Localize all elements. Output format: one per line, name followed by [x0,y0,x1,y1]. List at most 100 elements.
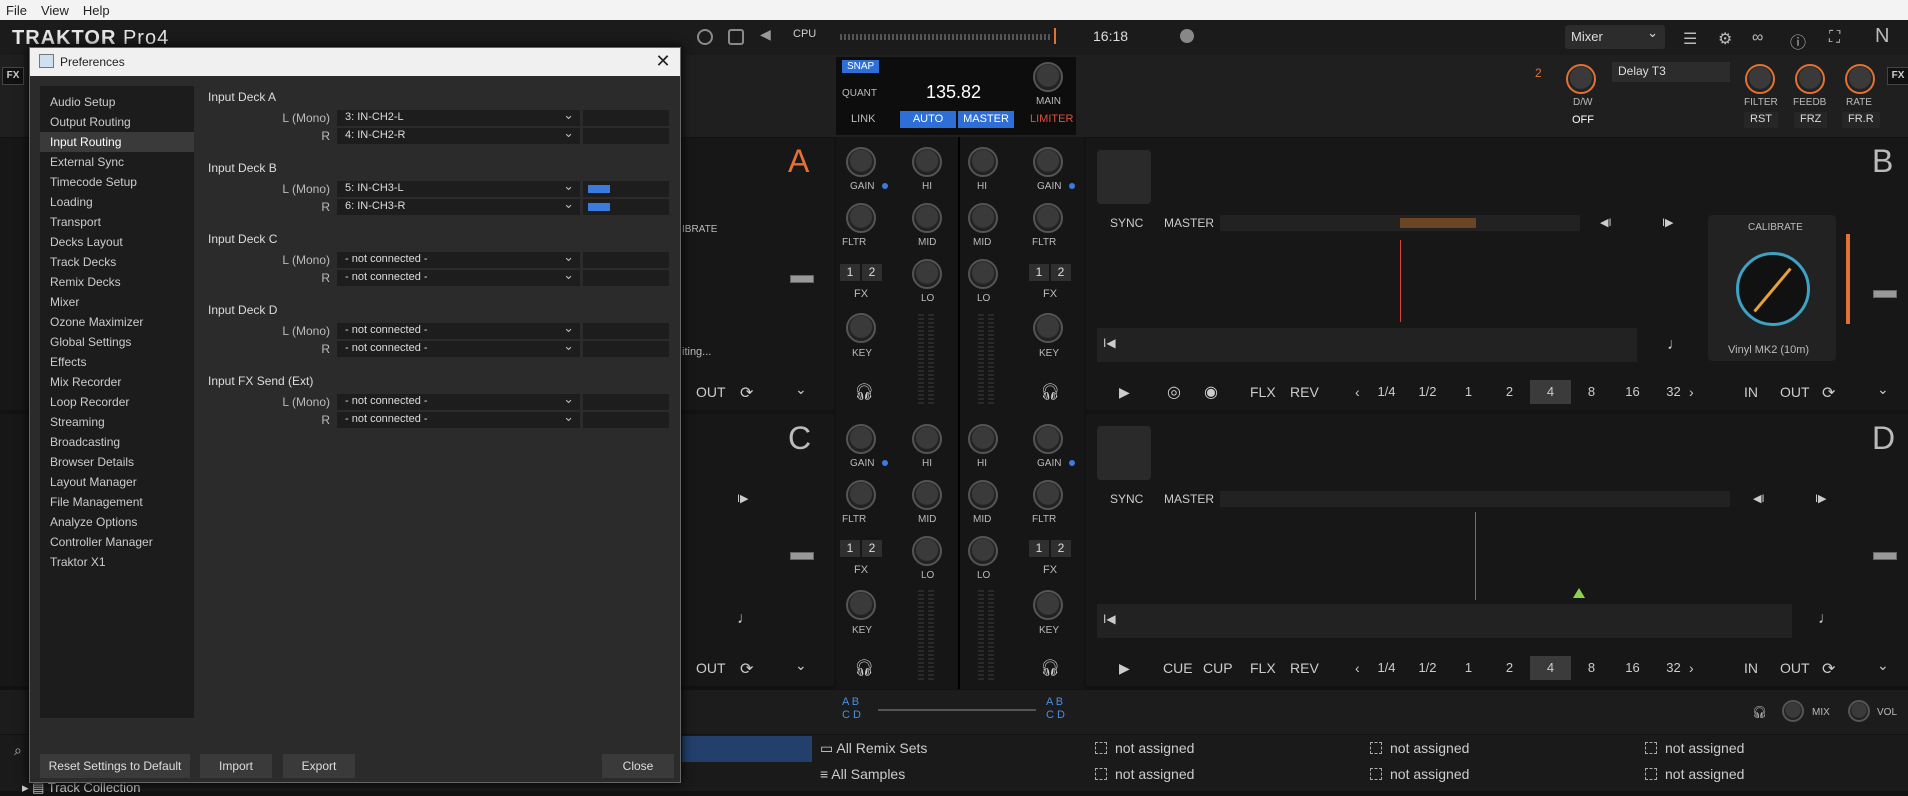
deck-b-out-button[interactable]: OUT [1780,384,1810,400]
deck-a-tempo-fader[interactable] [790,275,814,283]
deck-b-jump-start-icon[interactable]: I◀ [1103,336,1116,350]
ch-d-hi-knob[interactable] [968,424,998,454]
deck-b-prev-icon[interactable]: ◀I [1600,216,1612,229]
search-icon[interactable]: ⌕ [14,742,22,759]
slot-assign[interactable]: not assigned [1645,740,1744,756]
ch-b-fltr-label[interactable]: FLTR [1032,237,1056,248]
import-button[interactable]: Import [200,754,272,778]
deck-d-stripe[interactable] [1220,491,1730,507]
deck-b-flx-button[interactable]: FLX [1250,384,1276,400]
link-icon[interactable]: ∞ [1752,29,1763,47]
deck-d-cue-marker[interactable] [1573,588,1585,598]
channel-select[interactable]: - not connected - [337,391,580,410]
link-button[interactable]: LINK [851,113,875,125]
deck-b-beat-prev-icon[interactable]: ‹ [1355,384,1360,400]
ch-c-key-knob[interactable] [846,590,876,620]
nav-item[interactable]: File Management [40,492,194,512]
deck-d-rev-button[interactable]: REV [1290,660,1319,676]
ch-d-fx1-button[interactable]: 1 [1029,540,1049,557]
nav-item[interactable]: Layout Manager [40,472,194,492]
ch-a-hi-knob[interactable] [912,147,942,177]
nav-item[interactable]: Controller Manager [40,532,194,552]
deck-d-beat[interactable]: 16 [1612,656,1653,680]
close-button[interactable]: Close [602,754,674,778]
deck-d-cup-button[interactable]: CUP [1203,660,1233,676]
ch-a-mid-knob[interactable] [912,203,942,233]
channel-select[interactable]: - not connected - [337,320,580,339]
nav-item[interactable]: Remix Decks [40,272,194,292]
channel-select[interactable]: - not connected - [337,249,580,268]
deck-d-cue-button[interactable]: CUE [1163,660,1193,676]
ch-d-key-knob[interactable] [1033,590,1063,620]
channel-select[interactable]: 4: IN-CH2-R [337,125,580,144]
ch-d-lo-knob[interactable] [968,536,998,566]
filter-knob[interactable] [1745,64,1775,94]
ch-c-headphone-icon[interactable]: 🎧︎ [854,658,874,678]
nav-item[interactable]: Mixer [40,292,194,312]
ch-b-hi-knob[interactable] [968,147,998,177]
ch-d-fltr-knob[interactable] [1033,480,1063,510]
deck-a-loop-icon[interactable]: ⟳ [740,383,753,403]
deck-c-tempo-fader[interactable] [790,552,814,560]
menu-help[interactable]: Help [83,3,110,18]
channel-select[interactable]: - not connected - [337,267,580,286]
dw-knob[interactable] [1566,64,1596,94]
deck-d-beat-selected[interactable]: 4 [1530,656,1571,680]
dialog-titlebar[interactable]: Preferences ✕ [30,48,680,76]
ch-b-fltr-knob[interactable] [1033,203,1063,233]
deck-b-beat[interactable]: 1/4 [1366,380,1407,404]
nav-item[interactable]: Audio Setup [40,92,194,112]
snap-button[interactable]: SNAP [842,60,880,73]
nav-item[interactable]: Ozone Maximizer [40,312,194,332]
nav-item[interactable]: Decks Layout [40,232,194,252]
ch-c-hi-knob[interactable] [912,424,942,454]
deck-d-in-button[interactable]: IN [1744,660,1758,676]
crossfader[interactable] [878,709,1036,711]
deck-d-note-icon[interactable]: ♩ [1818,610,1834,628]
slot-assign[interactable]: not assigned [1645,766,1744,782]
ch-a-fltr-label[interactable]: FLTR [842,237,866,248]
nav-item[interactable]: Mix Recorder [40,372,194,392]
gear-icon[interactable]: ⚙ [1718,29,1732,49]
deck-d-beat[interactable]: 32 [1653,656,1694,680]
deck-b-beat-selected[interactable]: 4 [1530,380,1571,404]
ch-a-fx2-button[interactable]: 2 [862,264,882,281]
channel-select[interactable]: 3: IN-CH2-L [337,107,580,126]
ch-c-fltr-knob[interactable] [846,480,876,510]
deck-b-next-icon[interactable]: I▶ [1662,216,1674,229]
dw-toggle[interactable]: OFF [1572,114,1594,126]
record-icon[interactable] [1180,29,1194,43]
deck-d-out-button[interactable]: OUT [1780,660,1810,676]
deck-c-out-button[interactable]: OUT [696,660,726,676]
ch-b-lo-knob[interactable] [968,259,998,289]
deck-c-expand-icon[interactable]: ⌄ [795,657,807,674]
nav-item[interactable]: External Sync [40,152,194,172]
channel-select[interactable]: 5: IN-CH3-L [337,178,580,197]
deck-b-beat[interactable]: 8 [1571,380,1612,404]
deck-b-reverse-vinyl-icon[interactable]: ◉ [1204,382,1218,402]
nav-item[interactable]: Loop Recorder [40,392,194,412]
deck-b-beat-next-icon[interactable]: › [1689,384,1694,400]
ch-b-key-knob[interactable] [1033,313,1063,343]
ch-c-gain-knob[interactable] [846,424,876,454]
ch-b-headphone-icon[interactable]: 🎧︎ [1040,382,1060,402]
ch-a-headphone-icon[interactable]: 🎧︎ [854,382,874,402]
deck-d-beat[interactable]: 2 [1489,656,1530,680]
deck-b-beat[interactable]: 2 [1489,380,1530,404]
nav-item[interactable]: Output Routing [40,112,194,132]
deck-b-play-icon[interactable]: ▶ [1119,384,1130,401]
xfader-assign-right[interactable]: A B C D [1046,696,1065,722]
deck-d-beat[interactable]: 1 [1448,656,1489,680]
effect-select[interactable]: Delay T3 [1612,62,1730,82]
fullscreen-icon[interactable]: ⛶ [1829,29,1840,47]
slot-assign[interactable]: not assigned [1095,766,1194,782]
deck-b-master-button[interactable]: MASTER [1164,216,1214,230]
deck-d-beat-prev-icon[interactable]: ‹ [1355,660,1360,676]
ch-a-key-knob[interactable] [846,313,876,343]
ch-b-fx2-button[interactable]: 2 [1051,264,1071,281]
deck-d-sync-button[interactable]: SYNC [1110,492,1143,506]
deck-b-beat[interactable]: 1/2 [1407,380,1448,404]
deck-b-calibrate-button[interactable]: CALIBRATE [1748,222,1803,233]
deck-a-out-button[interactable]: OUT [696,384,726,400]
deck-b-sync-button[interactable]: SYNC [1110,216,1143,230]
